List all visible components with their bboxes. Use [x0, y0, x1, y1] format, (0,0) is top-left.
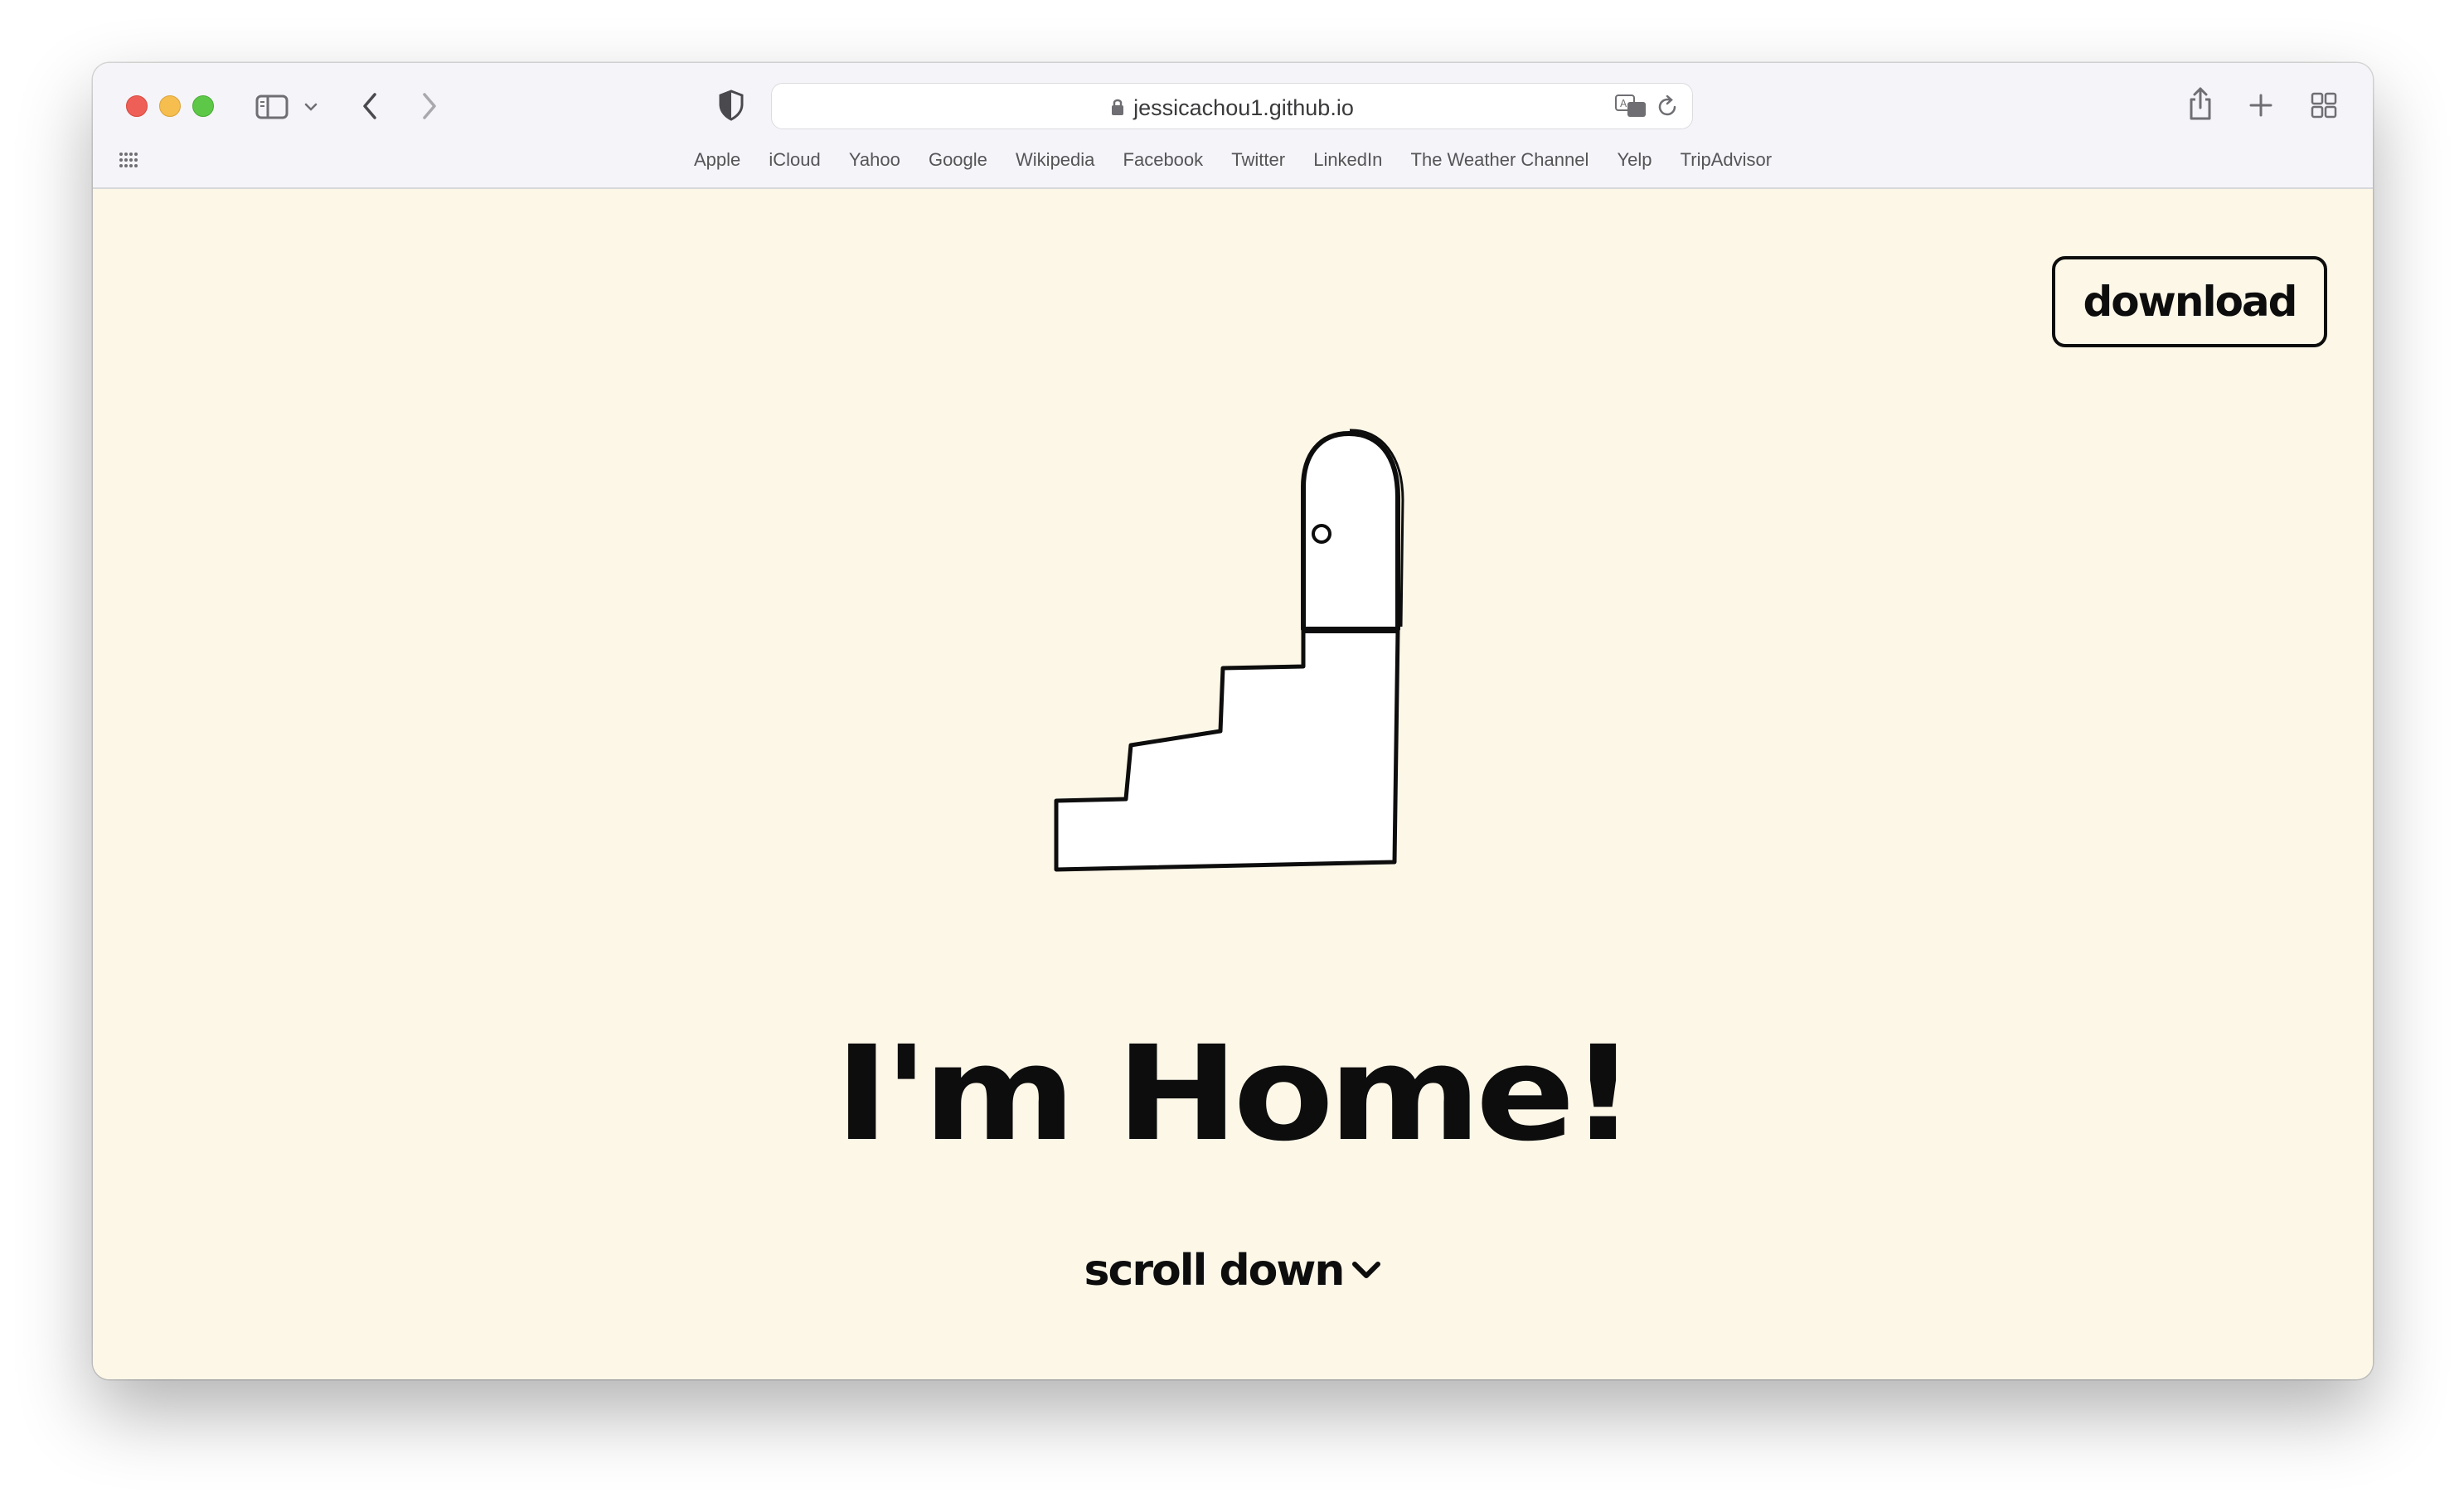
page-content: download I'm Home! scroll down: [93, 189, 2373, 1379]
favorite-yelp[interactable]: Yelp: [1617, 149, 1652, 170]
sidebar-icon[interactable]: [255, 94, 289, 119]
share-icon[interactable]: [2187, 86, 2214, 121]
favorite-wikipedia[interactable]: Wikipedia: [1016, 149, 1094, 170]
favorite-facebook[interactable]: Facebook: [1123, 149, 1204, 170]
new-tab-icon[interactable]: [2248, 93, 2273, 118]
favorite-linkedin[interactable]: LinkedIn: [1313, 149, 1382, 170]
favorites-bar: Apple iCloud Yahoo Google Wikipedia Face…: [93, 149, 2373, 177]
back-icon[interactable]: [360, 91, 380, 121]
page-title: I'm Home!: [834, 1018, 1637, 1170]
favorite-apple[interactable]: Apple: [694, 149, 740, 170]
maximize-window-button[interactable]: [192, 95, 214, 117]
download-button[interactable]: download: [2052, 256, 2327, 347]
shield-icon[interactable]: [718, 90, 745, 121]
chevron-down-icon[interactable]: [303, 101, 318, 113]
scroll-down-label: scroll down: [1084, 1246, 1346, 1296]
svg-text:A: A: [1620, 98, 1627, 109]
lock-icon: [1112, 99, 1124, 115]
address-bar[interactable]: jessicachou1.github.io A: [771, 83, 1693, 129]
close-window-button[interactable]: [126, 95, 148, 117]
favorite-yahoo[interactable]: Yahoo: [849, 149, 900, 170]
browser-toolbar: jessicachou1.github.io A Apple iCloud Ya…: [93, 63, 2373, 189]
translate-icon[interactable]: A: [1614, 94, 1647, 119]
reload-icon[interactable]: [1657, 95, 1679, 119]
forward-icon[interactable]: [420, 91, 439, 121]
stairs-with-door-illustration: [1054, 429, 1404, 872]
favorite-weather-channel[interactable]: The Weather Channel: [1411, 149, 1589, 170]
favorite-twitter[interactable]: Twitter: [1231, 149, 1285, 170]
favorite-google[interactable]: Google: [929, 149, 987, 170]
scroll-down-link[interactable]: scroll down: [93, 1246, 2373, 1296]
browser-window: jessicachou1.github.io A Apple iCloud Ya…: [93, 63, 2373, 1379]
minimize-window-button[interactable]: [159, 95, 181, 117]
favorite-tripadvisor[interactable]: TripAdvisor: [1681, 149, 1772, 170]
url-text: jessicachou1.github.io: [1133, 95, 1354, 120]
chevron-down-icon: [1352, 1262, 1381, 1278]
favorite-icloud[interactable]: iCloud: [769, 149, 820, 170]
tab-overview-icon[interactable]: [2310, 91, 2338, 119]
